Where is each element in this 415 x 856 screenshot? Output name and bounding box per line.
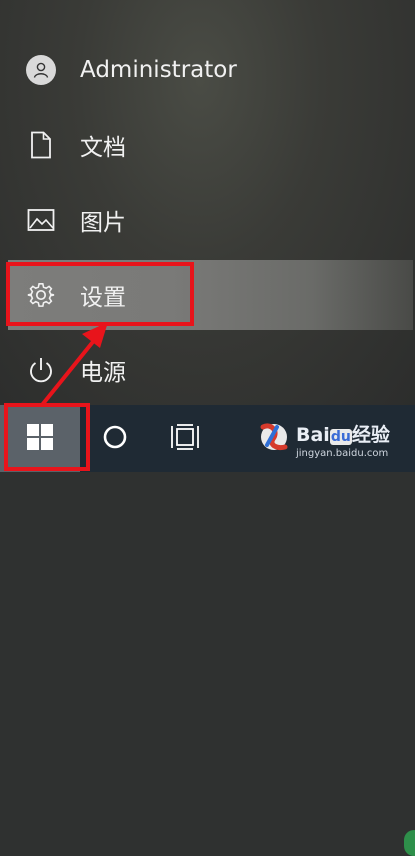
settings-label: 设置 — [80, 285, 126, 311]
start-menu-panel: Administrator 文档 图片 设置 电源 — [0, 0, 415, 405]
task-view-button[interactable] — [150, 405, 220, 472]
power-label: 电源 — [80, 360, 126, 386]
cortana-search-button[interactable] — [80, 405, 150, 472]
documents-label: 文档 — [80, 135, 126, 161]
avatar — [26, 55, 56, 85]
start-item-account[interactable]: Administrator — [8, 38, 413, 102]
picture-icon — [8, 208, 74, 232]
pinned-app-button[interactable] — [250, 405, 298, 472]
start-item-pictures[interactable]: 图片 — [8, 188, 413, 252]
document-icon — [8, 131, 74, 159]
start-button[interactable] — [0, 405, 80, 472]
task-view-icon — [171, 423, 199, 454]
app-edge-icon[interactable] — [404, 830, 415, 856]
windows-logo-icon — [27, 423, 53, 454]
gear-icon — [8, 281, 74, 309]
start-item-settings[interactable]: 设置 — [8, 260, 413, 330]
cortana-circle-icon — [102, 424, 128, 454]
account-label: Administrator — [80, 57, 237, 83]
user-avatar-icon — [8, 55, 74, 85]
start-item-power[interactable]: 电源 — [8, 338, 413, 402]
taskbar — [0, 405, 415, 856]
baidu-paw-app-icon — [257, 419, 291, 459]
power-icon — [8, 356, 74, 384]
start-item-documents[interactable]: 文档 — [8, 113, 413, 177]
pictures-label: 图片 — [80, 210, 126, 236]
